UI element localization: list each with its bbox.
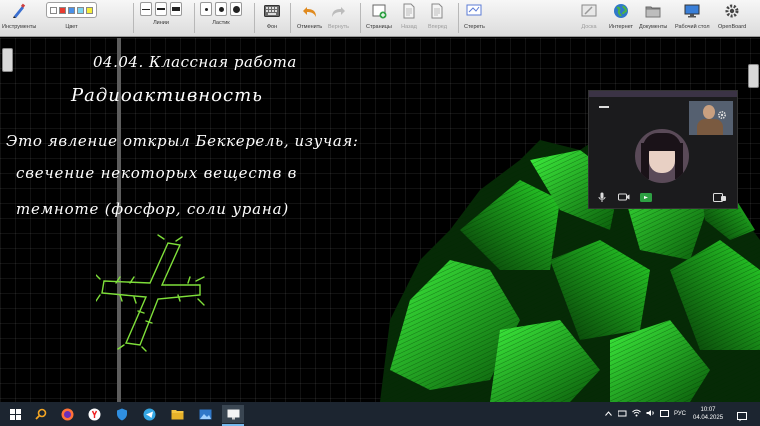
eraser-size-picker[interactable]: Ластик: [200, 2, 242, 26]
gear-icon: [723, 2, 741, 20]
video-call-window[interactable]: [588, 90, 738, 209]
page-forward-icon: [428, 2, 446, 20]
system-clock[interactable]: 10:07 04.04.2025: [693, 406, 723, 422]
instruments-button[interactable]: Инструменты: [2, 2, 36, 30]
camera-icon[interactable]: [618, 191, 630, 203]
network-icon[interactable]: [617, 410, 627, 419]
language-indicator[interactable]: РУС: [674, 411, 686, 417]
windows-start-icon[interactable]: [6, 405, 24, 423]
undo-button[interactable]: Отменить: [297, 2, 322, 30]
internet-button[interactable]: Интернет: [609, 2, 633, 30]
system-tray: РУС: [605, 402, 686, 426]
new-page-icon: [370, 2, 388, 20]
color-swatches: [46, 2, 97, 18]
pages-button[interactable]: Страницы: [366, 2, 392, 30]
firefox-icon[interactable]: [58, 405, 76, 423]
pen-icon: [10, 2, 28, 20]
green-cross-sketch: [96, 234, 205, 352]
openboard-window: Инструменты Цвет Линии Ластик Фон Отмени…: [0, 0, 760, 426]
redo-button[interactable]: Вернуть: [328, 2, 349, 30]
handwriting-line-3: темноте (фосфор, соли урана): [16, 200, 289, 218]
volume-icon[interactable]: [646, 409, 655, 419]
undo-icon: [301, 2, 319, 20]
keyboard-icon: [263, 2, 281, 20]
yandex-browser-icon[interactable]: [85, 405, 103, 423]
line-medium-button[interactable]: [155, 2, 167, 16]
handwriting-line-1: Это явление открыл Беккерель, изучая:: [6, 132, 359, 150]
color-picker[interactable]: Цвет: [46, 2, 97, 30]
chevron-up-icon[interactable]: [605, 410, 612, 418]
windows-taskbar: РУС 10:07 04.04.2025: [0, 402, 760, 426]
drawing-board[interactable]: 04.04. Классная работа Радиоактивность Э…: [0, 38, 760, 402]
line-width-options: [140, 2, 182, 16]
color-swatch-white[interactable]: [50, 6, 57, 14]
color-swatch-yellow[interactable]: [86, 6, 93, 14]
main-toolbar: Инструменты Цвет Линии Ластик Фон Отмени…: [0, 0, 760, 37]
handwriting-date-title: 04.04. Классная работа: [93, 53, 297, 71]
color-swatch-lightblue[interactable]: [77, 6, 84, 14]
openboard-menu-button[interactable]: OpenBoard: [718, 2, 746, 30]
line-thick-button[interactable]: [170, 2, 182, 16]
monitor-icon: [683, 2, 701, 20]
settings-icon[interactable]: [717, 107, 727, 120]
clock-time: 10:07: [700, 407, 716, 413]
forward-button[interactable]: Вперед: [428, 2, 447, 30]
globe-icon: [612, 2, 630, 20]
eraser-small-button[interactable]: [200, 2, 212, 16]
handwriting-line-2: свечение некоторых веществ в: [16, 164, 298, 182]
page-back-icon: [400, 2, 418, 20]
back-button[interactable]: Назад: [400, 2, 418, 30]
telegram-icon[interactable]: [140, 405, 158, 423]
call-title-mark: [599, 106, 609, 108]
eraser-medium-button[interactable]: [215, 2, 227, 16]
eraser-large-button[interactable]: [230, 2, 242, 16]
eraser-size-options: [200, 2, 242, 16]
handwriting-topic: Радиоактивность: [71, 85, 263, 106]
screen-share-icon[interactable]: [640, 191, 652, 203]
clear-board-icon: [465, 2, 483, 20]
folder-icon: [644, 2, 662, 20]
color-swatch-blue[interactable]: [68, 6, 75, 14]
notifications-icon[interactable]: [737, 409, 747, 426]
call-header-bar: [589, 91, 737, 97]
board-icon: [580, 2, 598, 20]
participant-avatar: [635, 129, 689, 183]
redo-icon: [329, 2, 347, 20]
openboard-taskbar-icon[interactable]: [222, 405, 244, 423]
erase-board-button[interactable]: Стереть: [464, 2, 485, 30]
left-panel-toggle[interactable]: [2, 48, 13, 72]
board-button[interactable]: Доска: [580, 2, 598, 30]
mic-icon[interactable]: [597, 191, 607, 203]
line-thin-button[interactable]: [140, 2, 152, 16]
line-width-picker[interactable]: Линии: [140, 2, 182, 26]
clock-date: 04.04.2025: [693, 415, 724, 421]
keyboard-layout-icon[interactable]: [660, 409, 669, 419]
right-panel-toggle[interactable]: [748, 64, 759, 88]
background-button[interactable]: Фон: [263, 2, 281, 30]
search-icon[interactable]: [32, 405, 50, 423]
photos-app-icon[interactable]: [196, 405, 214, 423]
documents-button[interactable]: Документы: [639, 2, 667, 30]
security-app-icon[interactable]: [113, 405, 131, 423]
wifi-icon[interactable]: [632, 409, 641, 419]
color-swatch-red[interactable]: [59, 6, 66, 14]
leave-icon[interactable]: [713, 191, 727, 203]
file-explorer-icon[interactable]: [168, 405, 186, 423]
desktop-button[interactable]: Рабочий стол: [675, 2, 710, 30]
